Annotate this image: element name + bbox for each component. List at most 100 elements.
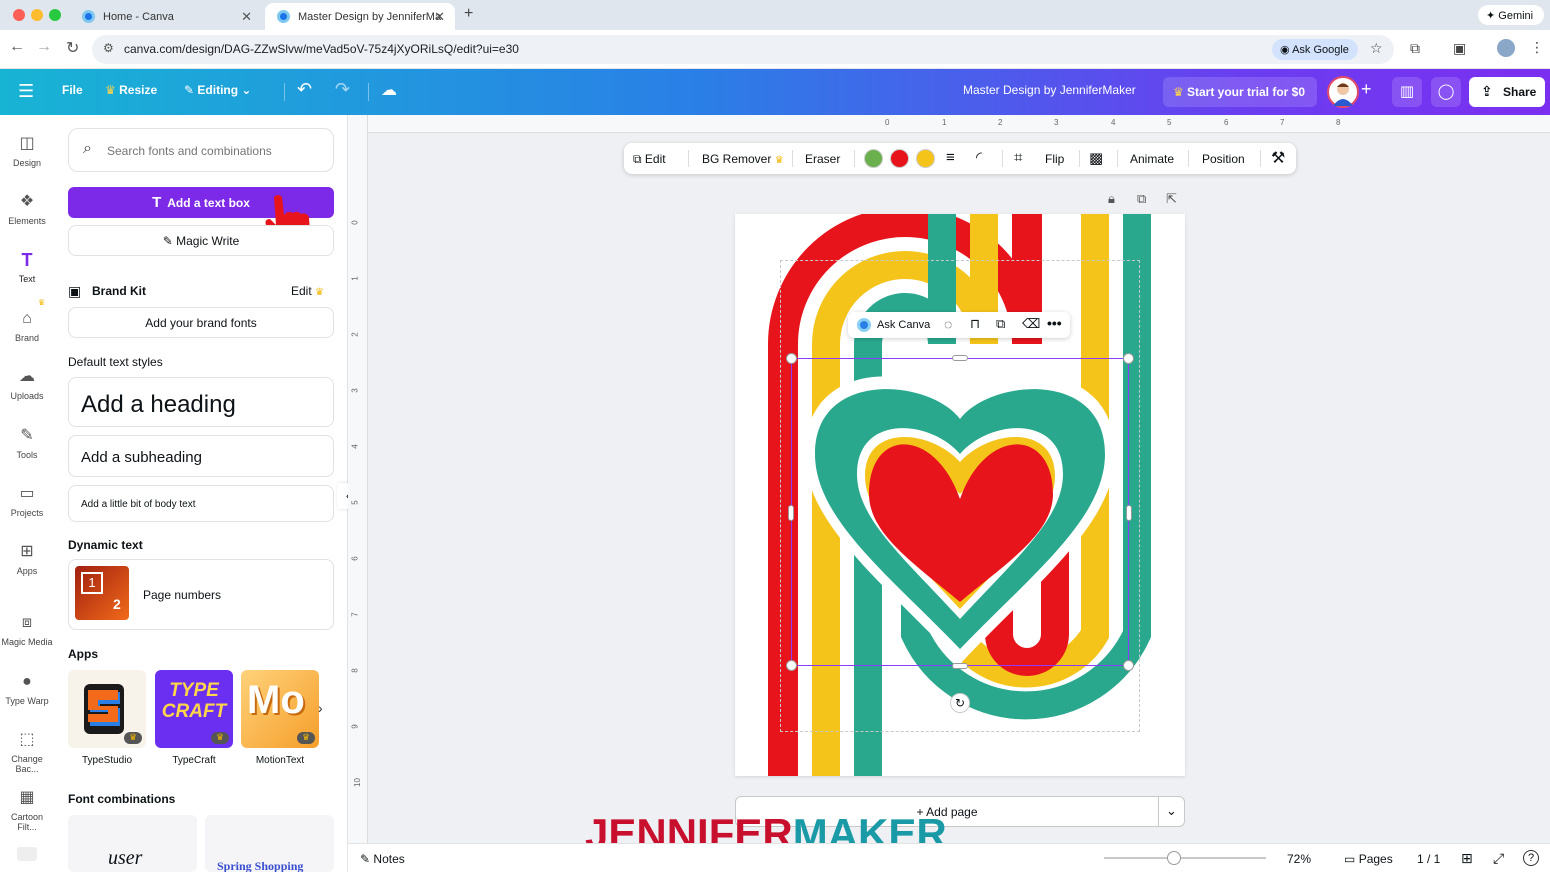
eraser-button[interactable]: Eraser (805, 152, 840, 166)
rail-type-warp[interactable]: ● Type Warp (0, 671, 54, 706)
app-motiontext-tile[interactable]: Mo ♛ (241, 670, 319, 748)
pages-button[interactable]: ▭ Pages (1344, 852, 1393, 866)
comment-add-icon[interactable]: ◌ (944, 316, 952, 332)
color-swatch-yellow[interactable] (916, 149, 935, 168)
resize-handle-bottom[interactable] (952, 663, 968, 669)
rail-brand[interactable]: ⌂ Brand (0, 308, 54, 343)
corner-rounding-icon[interactable]: ◜ (976, 148, 982, 166)
resize-handle-bottom-left[interactable] (786, 660, 797, 671)
help-icon[interactable]: ? (1523, 850, 1539, 866)
reload-icon[interactable]: ↻ (66, 38, 79, 58)
duplicate-page-icon[interactable]: ⧉ (1137, 191, 1146, 207)
lock-page-icon[interactable]: 🔒︎ (1108, 191, 1115, 207)
rail-text[interactable]: T Text (0, 249, 54, 284)
selection-box[interactable] (786, 353, 1134, 671)
omnibox[interactable]: ⚙ canva.com/design/DAG-ZZwSlvw/meVad5oV-… (92, 35, 1394, 64)
tab-master-design[interactable]: Master Design by JenniferMa ✕ (265, 3, 455, 30)
add-heading-button[interactable]: Add a heading (68, 377, 334, 427)
app-typestudio-tile[interactable]: ♛ (68, 670, 146, 748)
zoom-slider-handle[interactable] (1166, 851, 1181, 865)
resize-handle-right[interactable] (1126, 505, 1132, 521)
resize-handle-top[interactable] (952, 355, 968, 361)
file-menu[interactable]: File (62, 83, 83, 97)
design-title[interactable]: Master Design by JenniferMaker (963, 83, 1136, 97)
search-fonts-input[interactable]: ⌕ (68, 128, 334, 172)
rail-design[interactable]: ◫ Design (0, 133, 54, 168)
rail-change-background[interactable]: ⬚ Change Bac... (0, 729, 54, 774)
app-typecraft-tile[interactable]: TYPE CRAFT ♛ (155, 670, 233, 748)
rail-tools[interactable]: ✎ Tools (0, 425, 54, 460)
profile-avatar[interactable] (1497, 39, 1515, 57)
bg-remover-button[interactable]: BG Remover ♛ (702, 152, 784, 166)
hamburger-menu-icon[interactable]: ☰ (18, 81, 34, 102)
comments-icon[interactable]: ◯ (1431, 77, 1461, 107)
add-page-icon[interactable]: ⇱ (1166, 191, 1177, 207)
edit-image-button[interactable]: ⧉ Edit (633, 152, 666, 167)
ask-canva-button[interactable]: Ask Canva (877, 319, 930, 331)
bookmark-star-icon[interactable]: ☆ (1370, 40, 1383, 57)
maximize-window-button[interactable] (49, 9, 61, 21)
resize-handle-top-left[interactable] (786, 353, 797, 364)
page-numbers-option[interactable]: 1 2 Page numbers (68, 559, 334, 630)
duplicate-icon[interactable]: ⧉ (996, 316, 1005, 332)
add-subheading-button[interactable]: Add a subheading (68, 435, 334, 477)
lock-icon[interactable]: ⊓ (970, 316, 980, 332)
tab-home-canva[interactable]: Home - Canva ✕ (70, 3, 262, 30)
resize-handle-left[interactable] (788, 505, 794, 521)
insights-chart-icon[interactable]: ▥ (1392, 77, 1422, 107)
fullscreen-icon[interactable]: ⤢ (1493, 850, 1504, 867)
resize-button[interactable]: ♛ Resize (105, 83, 157, 97)
search-input[interactable] (107, 141, 317, 161)
add-collaborator-icon[interactable]: + (1361, 79, 1372, 100)
apps-scroll-right-icon[interactable]: › (318, 700, 323, 716)
rail-cartoon-filter[interactable]: ▦ Cartoon Filt... (0, 787, 54, 832)
new-tab-icon[interactable]: + (464, 5, 473, 23)
rail-magic-media[interactable]: ⧈ Magic Media (0, 612, 54, 647)
grid-view-icon[interactable]: ⊞ (1461, 850, 1473, 867)
flip-button[interactable]: Flip (1045, 152, 1064, 166)
site-settings-icon[interactable]: ⚙ (103, 41, 114, 55)
cloud-sync-icon[interactable]: ☁ (381, 80, 397, 100)
resize-handle-top-right[interactable] (1123, 353, 1134, 364)
magic-write-button[interactable]: ✎ Magic Write (68, 225, 334, 256)
border-style-icon[interactable]: ≡ (946, 149, 955, 166)
add-brand-fonts-button[interactable]: Add your brand fonts (68, 307, 334, 338)
redo-icon[interactable]: ↷ (335, 79, 350, 100)
rail-apps[interactable]: ⊞ Apps (0, 541, 54, 576)
user-avatar[interactable] (1327, 76, 1359, 108)
extensions-icon[interactable]: ⧉ (1410, 40, 1420, 57)
forward-arrow-icon[interactable]: → (36, 38, 52, 56)
back-arrow-icon[interactable]: ← (9, 38, 25, 56)
rail-uploads[interactable]: ☁ Uploads (0, 366, 54, 401)
undo-icon[interactable]: ↶ (297, 79, 312, 100)
zoom-slider-track[interactable] (1104, 857, 1266, 859)
start-trial-button[interactable]: ♛ Start your trial for $0 (1163, 77, 1317, 107)
animate-button[interactable]: Animate (1130, 152, 1174, 166)
ask-google-button[interactable]: ◉ Ask Google (1272, 39, 1358, 60)
url-text[interactable]: canva.com/design/DAG-ZZwSlvw/meVad5oV-75… (124, 42, 519, 56)
font-combo-2[interactable]: Spring Shopping (205, 815, 334, 872)
close-tab-icon[interactable]: ✕ (434, 9, 445, 25)
gemini-button[interactable]: ✦ Gemini (1478, 5, 1544, 25)
add-page-dropdown-icon[interactable]: ⌄ (1166, 803, 1177, 819)
close-tab-icon[interactable]: ✕ (241, 9, 252, 25)
trash-icon[interactable]: ⌫ (1022, 316, 1040, 332)
rotate-handle-icon[interactable]: ↻ (950, 693, 970, 713)
cast-icon[interactable]: ▣ (1453, 40, 1466, 57)
rail-elements[interactable]: ❖ Elements (0, 191, 54, 226)
add-body-text-button[interactable]: Add a little bit of body text (68, 485, 334, 522)
editing-mode-dropdown[interactable]: ✎ Editing ⌄ (184, 83, 251, 97)
brand-kit-edit-link[interactable]: Edit ♛ (291, 284, 324, 298)
color-swatch-green[interactable] (864, 149, 883, 168)
notes-button[interactable]: ✎ Notes (360, 852, 405, 866)
browser-menu-icon[interactable]: ⋮ (1530, 39, 1544, 56)
rail-projects[interactable]: ▭ Projects (0, 483, 54, 518)
color-swatch-red[interactable] (890, 149, 909, 168)
transparency-icon[interactable]: ▩ (1089, 149, 1103, 167)
zoom-level[interactable]: 72% (1287, 852, 1311, 866)
share-button[interactable]: ⇪ Share (1469, 77, 1545, 107)
font-combo-1[interactable]: user (68, 815, 197, 872)
resize-handle-bottom-right[interactable] (1123, 660, 1134, 671)
paint-roller-icon[interactable]: ⚒ (1271, 148, 1285, 168)
minimize-window-button[interactable] (31, 9, 43, 21)
